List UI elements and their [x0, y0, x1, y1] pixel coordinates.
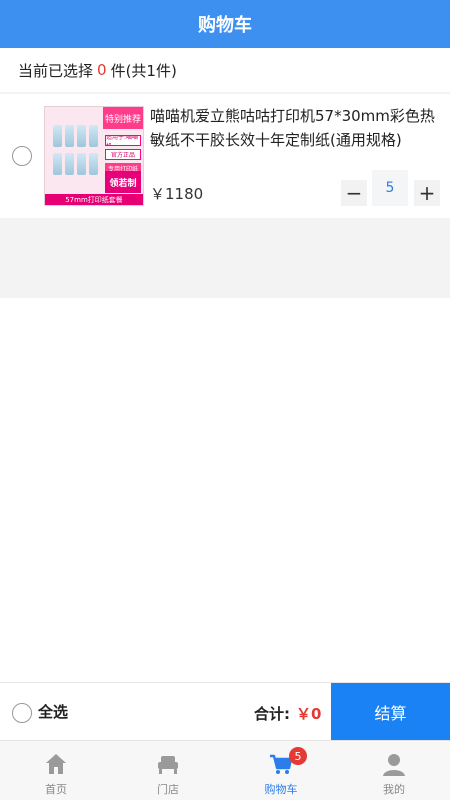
product-price: ￥1180 [150, 185, 204, 203]
selected-count: 0 [97, 61, 107, 79]
store-icon [158, 756, 178, 774]
total-value: ￥0 [296, 705, 322, 723]
home-icon [46, 754, 66, 774]
tab-profile[interactable]: 我的 [338, 741, 450, 801]
checkout-bar: 全选 合计: ￥0 结算 [0, 682, 450, 741]
page-header: 购物车 [0, 0, 450, 48]
tab-store-label: 门店 [157, 783, 179, 796]
total-label: 合计: [254, 705, 290, 723]
select-all-label[interactable]: 全选 [38, 701, 68, 722]
image-seal: 领若制 [105, 171, 141, 193]
product-image[interactable]: 特别推荐 适用于:喵喵机 官方正品 专用打印纸 领若制 57mm打印纸套餐 [44, 106, 144, 206]
page-title: 购物车 [198, 15, 252, 36]
selection-summary: 当前已选择 0 件(共1件) [0, 48, 450, 92]
promo-ribbon: 特别推荐 [103, 107, 143, 129]
quantity-increase-button[interactable]: + [414, 180, 440, 206]
selection-prefix: 当前已选择 [18, 61, 94, 80]
checkout-button[interactable]: 结算 [331, 683, 450, 741]
tab-home[interactable]: 首页 [0, 741, 112, 801]
tab-profile-label: 我的 [383, 783, 405, 796]
quantity-input[interactable]: 5 [372, 170, 408, 206]
tab-cart[interactable]: 购物车 5 [225, 741, 337, 801]
product-title[interactable]: 喵喵机爱立熊咕咕打印机57*30mm彩色热敏纸不干胶长效十年定制纸(通用规格) [150, 104, 440, 152]
image-banner: 57mm打印纸套餐 [45, 194, 143, 205]
tab-home-label: 首页 [45, 783, 67, 796]
tab-cart-label: 购物车 [264, 783, 298, 796]
user-icon [383, 754, 405, 776]
quantity-decrease-button[interactable]: − [341, 180, 367, 206]
tab-store[interactable]: 门店 [112, 741, 224, 801]
select-all-radio[interactable] [12, 703, 32, 723]
paper-rolls-graphic [51, 121, 107, 195]
bottom-tab-bar: 首页 门店 购物车 5 我的 [0, 740, 450, 800]
selection-suffix: 件(共1件) [110, 61, 177, 80]
item-select-radio[interactable] [12, 146, 32, 166]
image-tag-1: 适用于:喵喵机 [105, 135, 141, 146]
image-tag-2: 官方正品 [105, 149, 141, 160]
cart-count-badge: 5 [289, 747, 307, 765]
